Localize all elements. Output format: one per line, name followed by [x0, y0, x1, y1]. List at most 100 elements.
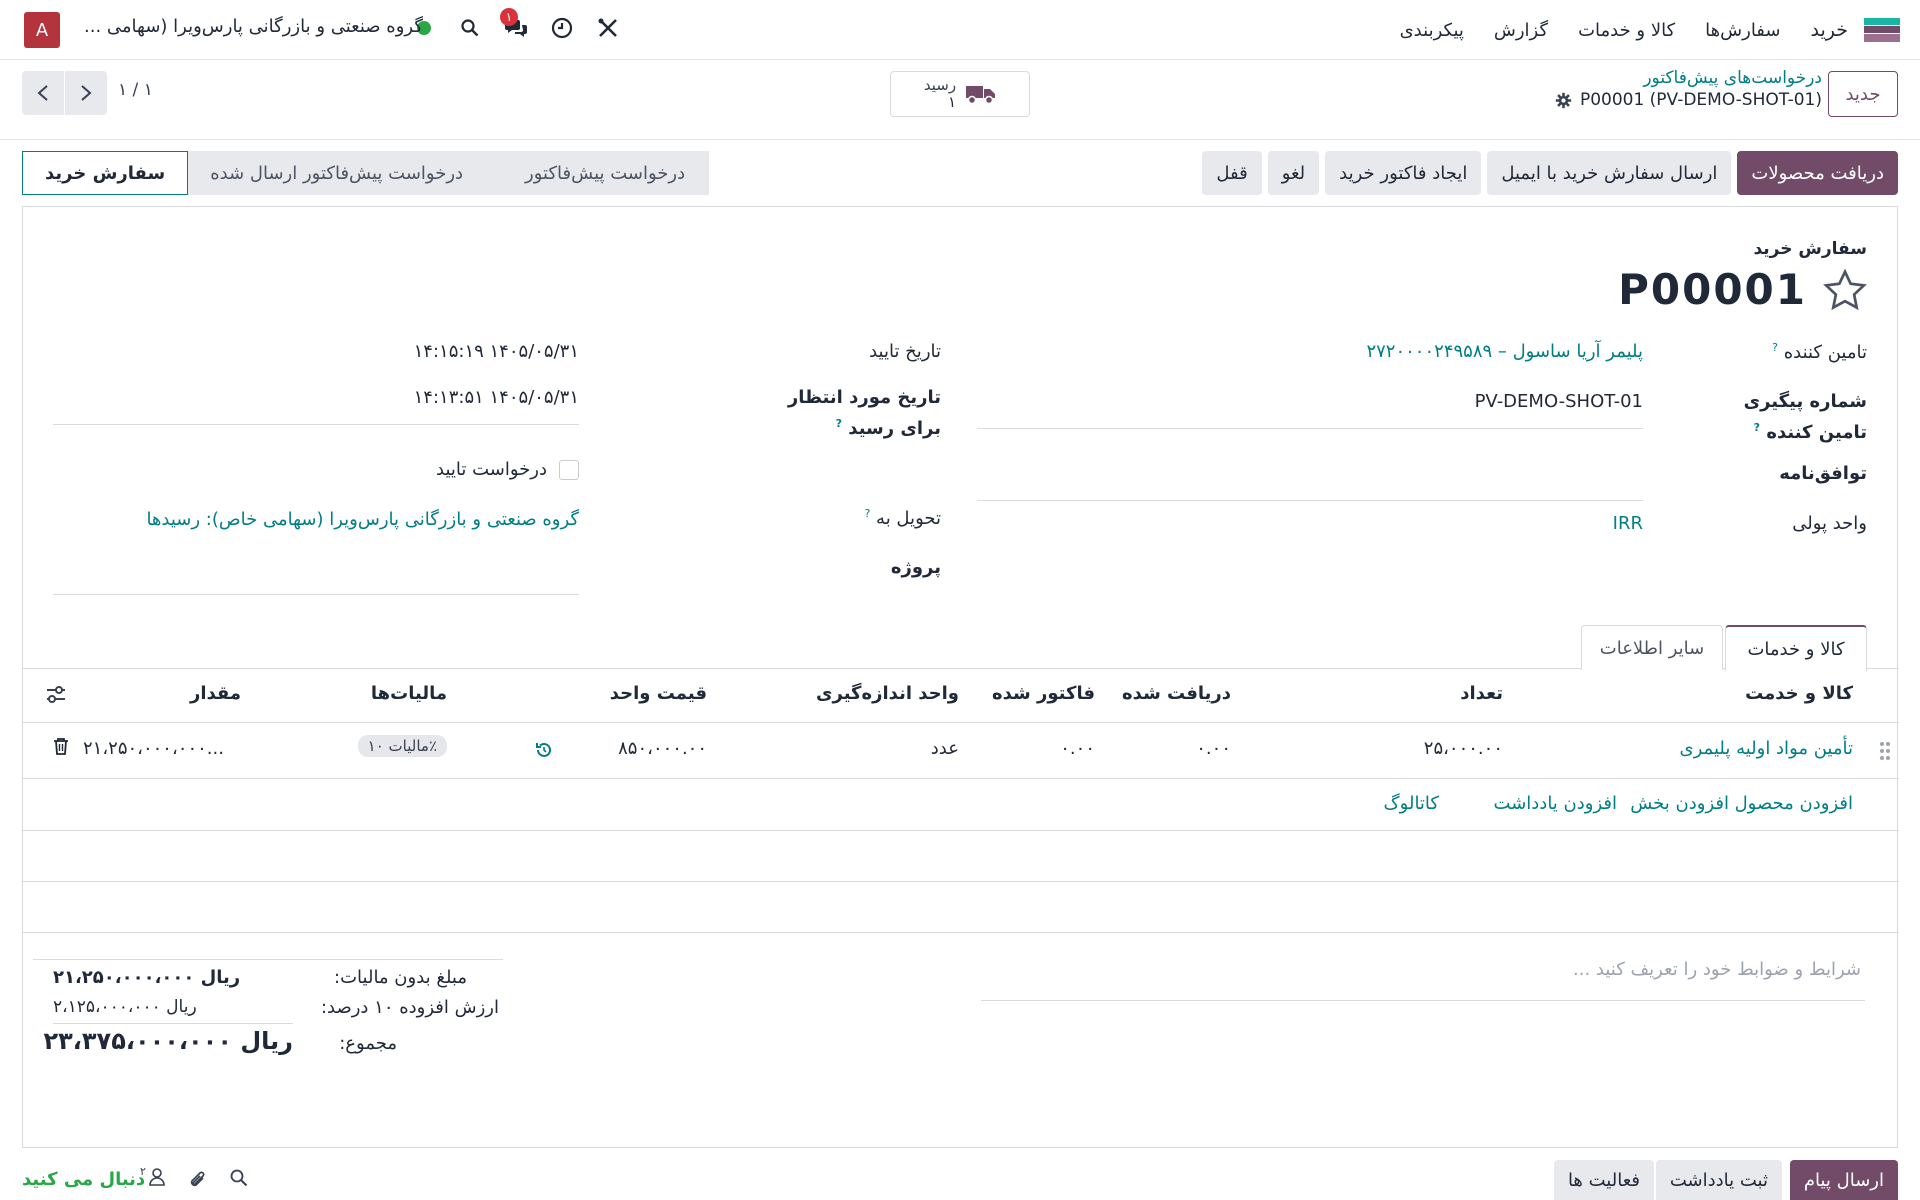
add-section-link[interactable]: افزودن بخش — [1630, 793, 1729, 814]
col-uom[interactable]: واحد اندازه‌گیری — [816, 683, 959, 704]
terms-field[interactable]: شرایط و ضوابط خود را تعریف کنید ... — [981, 959, 1865, 1001]
tab-products[interactable]: کالا و خدمات — [1725, 625, 1867, 671]
message-badge: ۱ — [500, 8, 518, 26]
drag-handle-icon[interactable] — [1879, 741, 1891, 761]
user-icon — [149, 1168, 165, 1186]
receipt-count: ۱ — [948, 93, 957, 111]
line-billed: ۰.۰۰ — [1060, 738, 1095, 759]
vendor-ref-field[interactable]: PV-DEMO-SHOT-01 — [977, 391, 1643, 429]
ask-confirm-checkbox[interactable] — [559, 459, 579, 480]
line-product[interactable]: تأمین مواد اولیه پلیمری — [1680, 738, 1853, 759]
following-button[interactable]: دنبال می کنید — [22, 1169, 145, 1190]
currency-link[interactable]: IRR — [1613, 513, 1643, 534]
menu-orders[interactable]: سفارش‌ها — [1705, 20, 1780, 41]
line-qty[interactable]: ۲۵،۰۰۰.۰۰ — [1424, 738, 1503, 759]
paperclip-icon[interactable] — [188, 1169, 208, 1191]
status-bar: سفارش خرید درخواست پیش‌فاکتور ارسال شده … — [22, 151, 710, 195]
optional-columns-icon[interactable] — [45, 685, 67, 705]
confirm-date-value: ۱۴۰۵/۰۵/۳۱ ۱۴:۱۵:۱۹ — [413, 341, 579, 362]
receive-products-button[interactable]: دریافت محصولات — [1737, 151, 1898, 195]
receipt-label: رسید — [923, 76, 957, 94]
top-navbar: خرید سفارش‌ها کالا و خدمات گزارش پیکربند… — [0, 0, 1920, 60]
receipt-smart-button[interactable]: رسید ۱ — [890, 71, 1030, 117]
tab-other-info[interactable]: سایر اطلاعات — [1581, 625, 1723, 670]
main-menu: خرید سفارش‌ها کالا و خدمات گزارش پیکربند… — [1400, 0, 1848, 60]
history-icon[interactable] — [535, 741, 553, 759]
help-icon[interactable]: ? — [836, 417, 842, 430]
clock-icon[interactable] — [548, 14, 576, 42]
star-icon[interactable] — [1823, 268, 1867, 311]
vendor-link[interactable]: پلیمر آریا ساسول – ۲۷۲۰۰۰۰۲۴۹۵۸۹ — [1366, 341, 1643, 362]
gear-icon[interactable] — [1555, 92, 1572, 109]
project-label: پروژه — [890, 557, 941, 578]
help-icon[interactable]: ? — [1772, 341, 1778, 354]
col-billed[interactable]: فاکتور شده — [992, 683, 1095, 704]
help-icon[interactable]: ? — [1754, 421, 1760, 434]
menu-products[interactable]: کالا و خدمات — [1578, 20, 1675, 41]
expected-date-field[interactable]: ۱۴۰۵/۰۵/۳۱ ۱۴:۱۳:۵۱ — [53, 387, 579, 425]
line-product-link[interactable]: تأمین مواد اولیه پلیمری — [1680, 738, 1853, 759]
project-field[interactable] — [53, 557, 579, 595]
totals-top-border — [33, 959, 503, 960]
menu-configuration[interactable]: پیکربندی — [1400, 20, 1464, 41]
pager-value[interactable]: ۱ / ۱ — [118, 80, 153, 100]
line-received[interactable]: ۰.۰۰ — [1196, 738, 1231, 759]
ask-confirm-label: درخواست تایید — [436, 459, 547, 480]
send-message-button[interactable]: ارسال پیام — [1789, 1160, 1898, 1200]
expected-date-label: تاریخ مورد انتظار برای رسید ? — [787, 387, 941, 439]
catalog-link[interactable]: کاتالوگ — [1384, 793, 1439, 814]
col-amount[interactable]: مقدار — [190, 683, 241, 704]
systray: ۱ — [410, 8, 622, 42]
delete-icon[interactable] — [53, 737, 69, 755]
table-row[interactable]: تأمین مواد اولیه پلیمری ۲۵،۰۰۰.۰۰ ۰.۰۰ ۰… — [23, 723, 1899, 779]
truck-icon — [966, 86, 996, 105]
col-taxes[interactable]: مالیات‌ها — [371, 683, 447, 704]
col-received[interactable]: دریافت شده — [1122, 683, 1231, 704]
lock-button[interactable]: قفل — [1202, 151, 1262, 195]
empty-row — [23, 882, 1899, 933]
line-tax[interactable]: مالیات ۱۰٪ — [357, 735, 447, 757]
line-uom[interactable]: عدد — [931, 738, 959, 759]
help-icon[interactable]: ? — [864, 507, 870, 520]
pager-prev-button[interactable] — [22, 71, 64, 115]
create-bill-button[interactable]: ایجاد فاکتور خرید — [1325, 151, 1482, 195]
new-button[interactable]: جدید — [1828, 71, 1898, 117]
deliver-to-field[interactable]: گروه صنعتی و بازرگانی پارس‌ویرا (سهامی خ… — [53, 509, 579, 530]
cancel-button[interactable]: لغو — [1267, 151, 1320, 195]
vat-value: ریال ۲،۱۲۵،۰۰۰،۰۰۰ — [53, 997, 197, 1017]
col-product[interactable]: کالا و خدمت — [1745, 683, 1853, 704]
search-icon[interactable] — [230, 1169, 248, 1187]
agreement-field[interactable] — [977, 463, 1643, 501]
breadcrumb-parent[interactable]: درخواست‌های پیش‌فاکتور — [1555, 68, 1822, 88]
action-buttons: دریافت محصولات ارسال سفارش خرید با ایمیل… — [1202, 151, 1898, 195]
currency-field[interactable]: IRR — [1613, 513, 1643, 534]
log-note-button[interactable]: ثبت یادداشت — [1655, 1160, 1782, 1200]
status-purchase-order[interactable]: سفارش خرید — [22, 151, 189, 195]
add-note-link[interactable]: افزودن یادداشت — [1494, 793, 1617, 814]
pager-next-button[interactable] — [65, 71, 107, 115]
company-switcher[interactable]: گروه صنعتی و بازرگانی پارس‌ویرا (سهامی .… — [84, 16, 423, 37]
status-rfq[interactable]: درخواست پیش‌فاکتور — [485, 151, 710, 195]
col-qty[interactable]: تعداد — [1460, 683, 1503, 704]
total-label: مجموع: — [339, 1033, 397, 1054]
breadcrumb: درخواست‌های پیش‌فاکتور P00001 (PV-DEMO-S… — [1555, 68, 1822, 110]
deliver-to-label: تحویل به ? — [864, 507, 941, 529]
search-icon[interactable] — [456, 14, 484, 42]
chevron-left-icon — [37, 85, 48, 101]
vendor-field[interactable]: پلیمر آریا ساسول – ۲۷۲۰۰۰۰۲۴۹۵۸۹ — [1366, 341, 1643, 362]
col-price[interactable]: قیمت واحد — [610, 683, 707, 704]
deliver-to-link[interactable]: گروه صنعتی و بازرگانی پارس‌ویرا (سهامی خ… — [146, 509, 579, 530]
menu-reporting[interactable]: گزارش — [1494, 20, 1548, 41]
activities-button[interactable]: فعالیت ها — [1553, 1160, 1654, 1200]
app-grid-icon[interactable] — [1864, 18, 1900, 42]
add-product-link[interactable]: افزودن محصول — [1735, 793, 1853, 814]
app-name[interactable]: خرید — [1811, 19, 1849, 41]
messaging-icon[interactable]: ۱ — [500, 8, 530, 42]
status-rfq-sent[interactable]: درخواست پیش‌فاکتور ارسال شده — [188, 151, 486, 195]
line-price[interactable]: ۸۵۰،۰۰۰.۰۰ — [618, 738, 707, 759]
user-avatar[interactable]: A — [24, 12, 60, 48]
tools-icon[interactable] — [594, 14, 622, 42]
untaxed-value: ریال ۲۱،۲۵۰،۰۰۰،۰۰۰ — [53, 967, 241, 988]
send-po-email-button[interactable]: ارسال سفارش خرید با ایمیل — [1487, 151, 1732, 195]
add-line-row: افزودن محصول افزودن بخش افزودن یادداشت ک… — [23, 779, 1899, 831]
